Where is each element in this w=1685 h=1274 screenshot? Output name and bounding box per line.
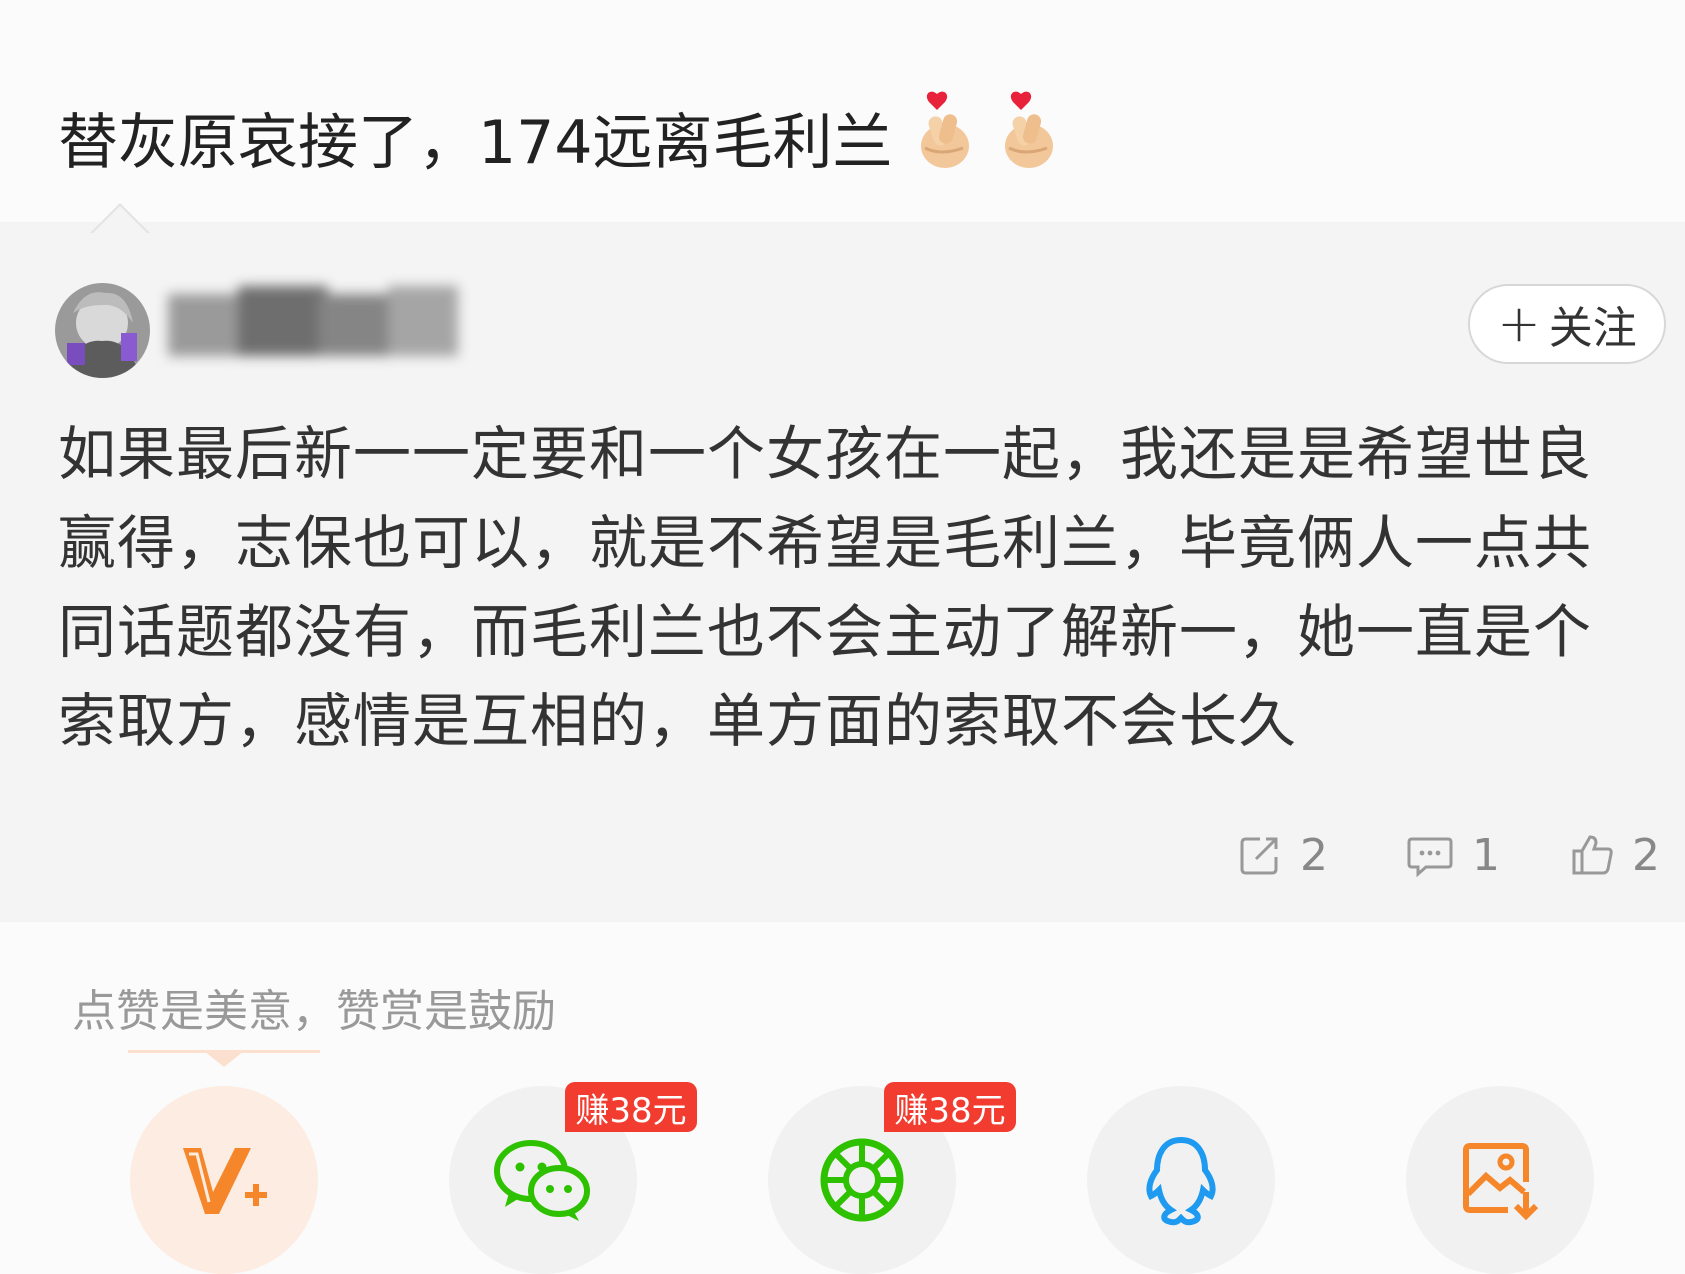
share-icon <box>1240 837 1278 875</box>
share-count: 2 <box>1300 829 1328 881</box>
share-count-button[interactable]: 2 <box>1238 825 1328 885</box>
post-title-text: 替灰原哀接了，174远离毛利兰 <box>58 108 893 178</box>
username[interactable] <box>168 276 468 376</box>
wechat-icon <box>494 1140 590 1221</box>
comment-count-button[interactable]: 1 <box>1406 825 1500 885</box>
card-pointer-fill <box>92 206 148 234</box>
finger-heart-icon <box>995 90 1061 185</box>
save-image-button[interactable] <box>1406 1086 1594 1274</box>
reward-pointer <box>204 1051 244 1067</box>
comment-text: 如果最后新一一定要和一个女孩在一起，我还是是希望世良赢得，志保也可以，就是不希望… <box>58 420 1593 755</box>
share-qq-button[interactable] <box>1087 1086 1275 1274</box>
follow-label: 关注 <box>1548 303 1637 354</box>
avatar[interactable] <box>55 283 150 378</box>
comment-icon <box>1407 837 1453 877</box>
reward-prompt: 点赞是美意，赞赏是鼓励 <box>72 986 556 1037</box>
moments-icon <box>820 1138 904 1222</box>
follow-button[interactable]: + 关注 <box>1468 284 1666 364</box>
save-image-icon <box>1463 1143 1539 1221</box>
post-header: 替灰原哀接了，174远离毛利兰 <box>0 0 1685 224</box>
like-count-button[interactable]: 2 <box>1570 825 1660 885</box>
plus-icon: + <box>1497 294 1541 354</box>
finger-heart-icon <box>911 90 977 185</box>
qq-icon <box>1146 1136 1216 1226</box>
thumbs-up-icon <box>1572 835 1613 875</box>
post-title: 替灰原哀接了，174远离毛利兰 <box>58 90 1061 185</box>
reward-button[interactable] <box>130 1086 318 1274</box>
v-plus-icon <box>183 1148 267 1214</box>
comment-count: 1 <box>1472 829 1500 881</box>
wechat-reward-badge: 赚38元 <box>565 1082 697 1132</box>
moments-reward-badge: 赚38元 <box>884 1082 1016 1132</box>
like-count: 2 <box>1632 829 1660 881</box>
